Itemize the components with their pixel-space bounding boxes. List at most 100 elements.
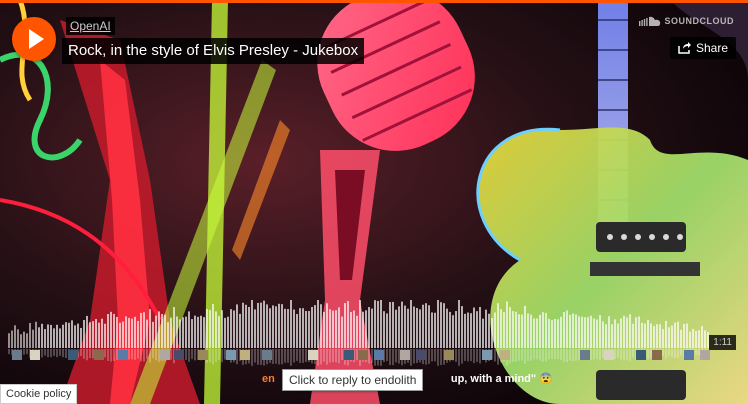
waveform-bar (179, 319, 181, 348)
waveform-bar (71, 320, 73, 348)
comment-avatar[interactable] (160, 350, 170, 360)
waveform-reflection (143, 349, 145, 362)
waveform-reflection (158, 349, 160, 362)
play-button[interactable] (12, 17, 56, 61)
waveform-reflection (44, 349, 46, 356)
waveform-bar (281, 304, 283, 348)
comment-avatar[interactable] (636, 350, 646, 360)
waveform-bar (362, 311, 364, 348)
waveform-bar (686, 323, 688, 348)
waveform-bar (230, 309, 232, 348)
waveform-reflection (86, 349, 88, 361)
waveform-reflection (674, 349, 676, 358)
comment-avatar[interactable] (374, 350, 384, 360)
waveform-bar (209, 310, 211, 348)
comment-user[interactable]: en (262, 373, 275, 385)
waveform-reflection (338, 349, 340, 364)
waveform-reflection (440, 349, 442, 366)
waveform-reflection (26, 349, 28, 355)
waveform-bar (470, 313, 472, 348)
waveform-bar (656, 324, 658, 348)
waveform-reflection (221, 349, 223, 363)
track-title[interactable]: Rock, in the style of Elvis Presley - Ju… (62, 38, 365, 64)
comment-avatar[interactable] (308, 350, 318, 360)
waveform-bar (416, 307, 418, 348)
waveform-bar (635, 317, 637, 348)
waveform-bar (170, 317, 172, 348)
comment-avatar[interactable] (174, 350, 184, 360)
comment-avatar[interactable] (444, 350, 454, 360)
waveform-bar (338, 307, 340, 348)
share-button[interactable]: Share (669, 37, 736, 59)
waveform-bar (410, 300, 412, 348)
comment-avatar[interactable] (684, 350, 694, 360)
comment-avatar[interactable] (580, 350, 590, 360)
comment-avatar[interactable] (416, 350, 426, 360)
waveform-bar (254, 309, 256, 348)
waveform-reflection (8, 349, 10, 355)
waveform-bar (17, 329, 19, 348)
comment-text: up, with a mind" 😨 (450, 373, 553, 385)
waveform-bar (506, 301, 508, 348)
comment-avatar[interactable] (12, 350, 22, 360)
waveform-bar (314, 305, 316, 348)
waveform[interactable] (8, 296, 736, 370)
comment-avatar[interactable] (30, 350, 40, 360)
waveform-bar (59, 328, 61, 348)
waveform-reflection (65, 349, 67, 359)
comment-avatar[interactable] (358, 350, 368, 360)
waveform-bar (368, 307, 370, 348)
waveform-bar (674, 322, 676, 348)
waveform-reflection (461, 349, 463, 364)
duration-label: 1:11 (709, 335, 736, 350)
waveform-bar (101, 318, 103, 348)
waveform-bar (539, 314, 541, 348)
waveform-bar (14, 325, 16, 348)
waveform-bar (11, 330, 13, 348)
comment-avatar[interactable] (344, 350, 354, 360)
waveform-bar (452, 315, 454, 348)
waveform-reflection (680, 349, 682, 356)
comment-avatar[interactable] (262, 350, 272, 360)
comment-avatar[interactable] (700, 350, 710, 360)
artist-link-wrap[interactable]: OpenAI (66, 17, 115, 35)
comment-avatar[interactable] (94, 350, 104, 360)
waveform-bar (251, 300, 253, 348)
waveform-bar (89, 322, 91, 348)
comment-avatar[interactable] (500, 350, 510, 360)
waveform-reflection (128, 349, 130, 360)
comment-avatar[interactable] (400, 350, 410, 360)
waveform-bar (23, 331, 25, 348)
waveform-bar (104, 323, 106, 348)
waveform-reflection (287, 349, 289, 363)
waveform-bar (422, 304, 424, 348)
comment-avatar[interactable] (226, 350, 236, 360)
comment-avatar[interactable] (652, 350, 662, 360)
waveform-bar (335, 310, 337, 348)
accent-bar (0, 0, 748, 3)
waveform-reflection (305, 349, 307, 362)
waveform-reflection (569, 349, 571, 361)
waveform-bar (548, 318, 550, 348)
waveform-bar (167, 322, 169, 348)
comment-avatar[interactable] (198, 350, 208, 360)
cookie-policy-link[interactable]: Cookie policy (0, 384, 78, 404)
waveform-bar (491, 318, 493, 348)
comment-avatar[interactable] (240, 350, 250, 360)
waveform-bar (545, 312, 547, 348)
waveform-bar (584, 317, 586, 348)
waveform-reflection (617, 349, 619, 358)
soundcloud-logo[interactable]: SOUNDCLOUD (638, 16, 735, 26)
waveform-bar (50, 324, 52, 348)
comment-avatar[interactable] (604, 350, 614, 360)
comment-avatar[interactable] (482, 350, 492, 360)
waveform-bar (389, 302, 391, 348)
waveform-bar (38, 327, 40, 348)
waveform-reflection (56, 349, 58, 358)
track-title-wrap[interactable]: Rock, in the style of Elvis Presley - Ju… (62, 38, 365, 64)
artist-link[interactable]: OpenAI (66, 17, 115, 35)
comment-avatar[interactable] (68, 350, 78, 360)
waveform-reflection (50, 349, 52, 358)
waveform-bar (524, 305, 526, 348)
comment-avatar[interactable] (118, 350, 128, 360)
